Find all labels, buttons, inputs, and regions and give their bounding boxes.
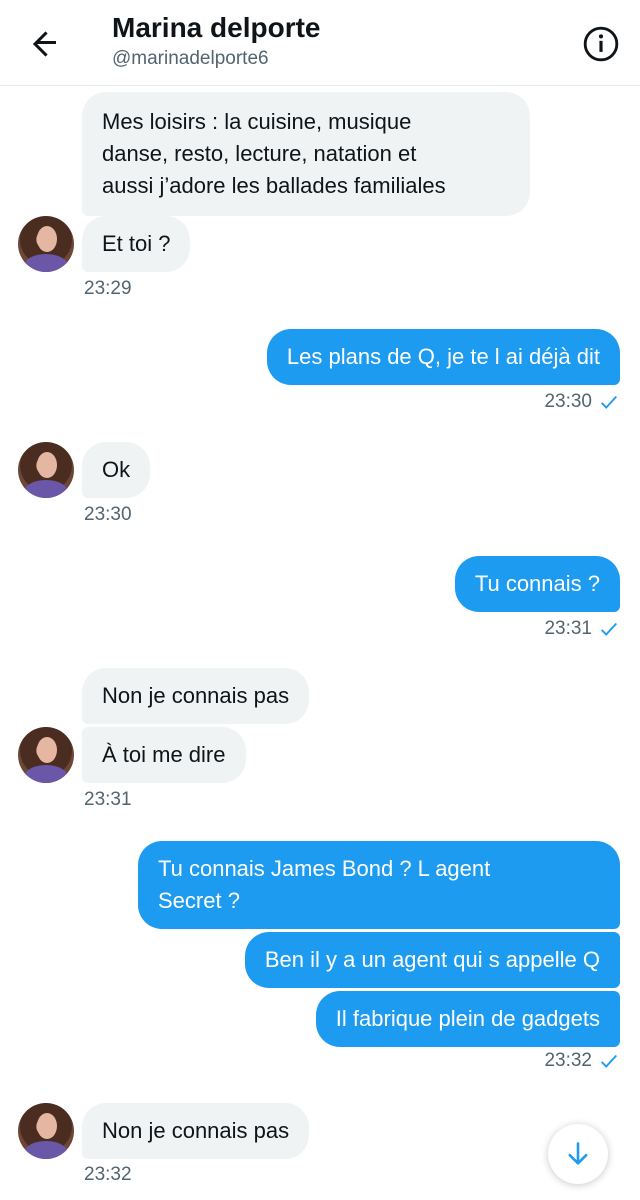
message-timestamp: 23:29 [84,278,132,299]
message-line: Mes loisirs : la cuisine, musique [102,109,412,134]
conversation-handle[interactable]: @marinadelporte6 [112,48,269,70]
check-icon [601,622,618,636]
message-text: Et toi ? [102,231,171,256]
message-text: Tu connais ? [474,571,600,596]
incoming-message[interactable]: Ok [82,442,151,498]
avatar[interactable] [18,727,74,783]
incoming-message[interactable]: À toi me dire [82,727,246,783]
outgoing-message[interactable]: Ben il y a un agent qui s appelle Q [244,932,620,988]
message-line: danse, resto, lecture, natation et [102,141,417,166]
incoming-message[interactable]: Non je connais pas [82,1103,310,1159]
check-icon [601,1054,618,1068]
avatar[interactable] [18,1103,74,1159]
arrow-down-icon [568,1142,588,1165]
scroll-to-bottom-button[interactable] [548,1124,608,1184]
avatar[interactable] [18,442,74,498]
avatar[interactable] [18,216,74,272]
conversation-header: Marina delporte @marinadelporte6 [0,0,640,86]
message-line: aussi j’adore les ballades familiales [102,173,446,198]
message-text: Les plans de Q, je te l ai déjà dit [286,344,600,369]
conversation-title[interactable]: Marina delporte [112,12,320,44]
message-text: Non je connais pas [102,1118,290,1143]
message-text: Non je connais pas [102,683,290,708]
message-timestamp: 23:30 [84,504,132,525]
message-thread[interactable]: Mes loisirs : la cuisine, musique danse,… [0,86,640,1200]
arrow-left-icon[interactable] [26,26,62,62]
outgoing-message[interactable]: Tu connais ? [454,556,620,612]
check-icon [601,395,618,409]
message-timestamp: 23:32 [544,1050,620,1072]
message-line: Secret ? [158,888,240,913]
message-text: Ok [102,457,131,482]
timestamp-text: 23:30 [544,391,592,412]
message-text: À toi me dire [102,742,226,767]
message-text: Ben il y a un agent qui s appelle Q [264,947,600,972]
message-timestamp: 23:31 [544,618,620,640]
message-timestamp: 23:30 [544,391,620,413]
incoming-message[interactable]: Mes loisirs : la cuisine, musique danse,… [82,92,530,216]
outgoing-message[interactable]: Tu connais James Bond ? L agent Secret ? [138,841,620,929]
timestamp-text: 23:31 [544,618,592,639]
info-icon[interactable] [582,25,620,63]
message-line: Tu connais James Bond ? L agent [158,856,491,881]
incoming-message[interactable]: Et toi ? [82,216,191,272]
message-timestamp: 23:31 [84,789,132,810]
timestamp-text: 23:32 [544,1050,592,1071]
outgoing-message[interactable]: Il fabrique plein de gadgets [315,991,620,1047]
outgoing-message[interactable]: Les plans de Q, je te l ai déjà dit [266,329,620,385]
incoming-message[interactable]: Non je connais pas [82,668,310,724]
message-text: Il fabrique plein de gadgets [335,1006,600,1031]
message-timestamp: 23:32 [84,1164,132,1185]
